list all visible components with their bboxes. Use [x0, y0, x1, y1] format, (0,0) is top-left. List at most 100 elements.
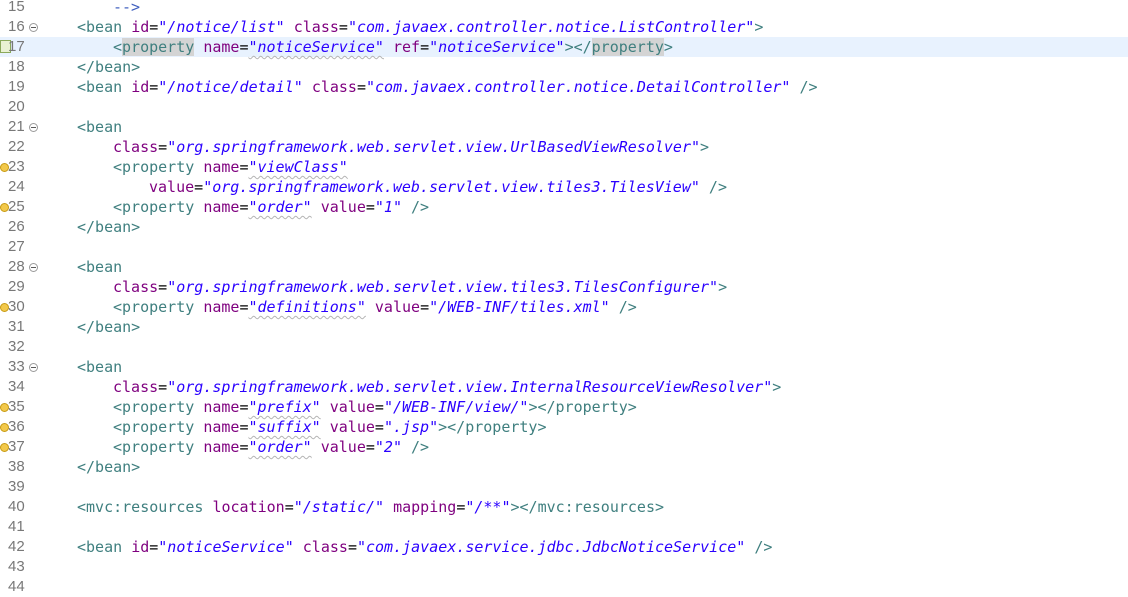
- code-line-43[interactable]: 43: [0, 557, 1128, 577]
- code-line-28[interactable]: 28 <bean: [0, 257, 1128, 277]
- token-tag: <bean: [77, 78, 123, 96]
- code-text[interactable]: <bean: [77, 357, 122, 377]
- code-text[interactable]: <bean: [77, 257, 122, 277]
- code-line-21[interactable]: 21 <bean: [0, 117, 1128, 137]
- code-text[interactable]: </bean>: [77, 457, 140, 477]
- code-line-19[interactable]: 19 <bean id="/notice/detail" class="com.j…: [0, 77, 1128, 97]
- code-text[interactable]: </bean>: [77, 217, 140, 237]
- token-val: "1": [374, 198, 402, 216]
- code-text[interactable]: <bean id="/notice/detail" class="com.jav…: [77, 77, 818, 97]
- token-plain: =: [158, 278, 168, 296]
- gutter: 36: [0, 417, 46, 437]
- code-line-33[interactable]: 33 <bean: [0, 357, 1128, 377]
- code-line-37[interactable]: 37 <property name="order" value="2" />: [0, 437, 1128, 457]
- gutter: 15: [0, 0, 46, 17]
- code-line-32[interactable]: 32: [0, 337, 1128, 357]
- code-line-15[interactable]: 15 -->: [0, 0, 1128, 17]
- token-val: "noticeService": [429, 38, 565, 56]
- code-text[interactable]: <bean id="noticeService" class="com.java…: [77, 537, 772, 557]
- code-line-26[interactable]: 26 </bean>: [0, 217, 1128, 237]
- token-val: "org.springframework.web.servlet.view.ti…: [203, 178, 700, 196]
- token-plain: =: [365, 438, 375, 456]
- fold-collapse-icon[interactable]: [29, 363, 38, 372]
- line-number: 28: [8, 258, 25, 275]
- token-attr: mapping: [393, 498, 457, 516]
- fold-collapse-icon[interactable]: [29, 263, 38, 272]
- code-line-23[interactable]: 23 <property name="viewClass": [0, 157, 1128, 177]
- gutter: 32: [0, 337, 46, 357]
- token-tag: property: [591, 38, 664, 56]
- line-number: 30: [8, 298, 25, 315]
- token-plain: =: [149, 18, 159, 36]
- code-text[interactable]: value="org.springframework.web.servlet.v…: [149, 177, 727, 197]
- token-attr: name: [203, 438, 240, 456]
- code-text[interactable]: -->: [113, 0, 140, 17]
- code-line-35[interactable]: 35 <property name="prefix" value="/WEB-IN…: [0, 397, 1128, 417]
- token-tag: />: [402, 438, 430, 456]
- code-line-38[interactable]: 38 </bean>: [0, 457, 1128, 477]
- gutter: 26: [0, 217, 46, 237]
- code-line-18[interactable]: 18 </bean>: [0, 57, 1128, 77]
- code-text[interactable]: class="org.springframework.web.servlet.v…: [113, 137, 709, 157]
- code-line-39[interactable]: 39: [0, 477, 1128, 497]
- token-val: "/WEB-INF/tiles.xml": [429, 298, 610, 316]
- code-editor[interactable]: 15 --> 16 <bean id="/notice/list" class="co…: [0, 0, 1128, 597]
- code-text[interactable]: <mvc:resources location="/static/" mappi…: [77, 497, 664, 517]
- token-attr: value: [329, 398, 375, 416]
- code-text[interactable]: <property name="order" value="1" />: [113, 197, 429, 217]
- token-plain: =: [420, 38, 430, 56]
- code-line-42[interactable]: 42 <bean id="noticeService" class="com.ja…: [0, 537, 1128, 557]
- line-number: 36: [8, 418, 25, 435]
- code-text[interactable]: <bean id="/notice/list" class="com.javae…: [77, 17, 763, 37]
- code-text[interactable]: </bean>: [77, 57, 140, 77]
- code-text[interactable]: class="org.springframework.web.servlet.v…: [113, 277, 727, 297]
- token-tag: ></property>: [528, 398, 637, 416]
- code-line-24[interactable]: 24 value="org.springframework.web.servlet…: [0, 177, 1128, 197]
- code-line-22[interactable]: 22 class="org.springframework.web.servlet…: [0, 137, 1128, 157]
- code-line-34[interactable]: 34 class="org.springframework.web.servlet…: [0, 377, 1128, 397]
- code-line-17[interactable]: 17 <property name="noticeService" ref="no…: [0, 37, 1128, 57]
- code-text[interactable]: <property name="definitions" value="/WEB…: [113, 297, 637, 317]
- line-number: 44: [8, 578, 25, 595]
- code-text[interactable]: <property name="order" value="2" />: [113, 437, 429, 457]
- line-number: 18: [8, 58, 25, 75]
- token-val: "org.springframework.web.servlet.view.Ur…: [167, 138, 701, 156]
- token-tag: >: [754, 18, 764, 36]
- fold-collapse-icon[interactable]: [29, 123, 38, 132]
- code-text[interactable]: <property name="viewClass": [113, 157, 348, 177]
- line-number: 31: [8, 318, 25, 335]
- line-number: 29: [8, 278, 25, 295]
- code-line-25[interactable]: 25 <property name="order" value="1" />: [0, 197, 1128, 217]
- token-plain: =: [356, 78, 366, 96]
- line-number: 43: [8, 558, 25, 575]
- code-line-44[interactable]: 44: [0, 577, 1128, 597]
- token-tag: />: [699, 178, 727, 196]
- code-text[interactable]: </bean>: [77, 317, 140, 337]
- code-line-29[interactable]: 29 class="org.springframework.web.servlet…: [0, 277, 1128, 297]
- code-line-41[interactable]: 41: [0, 517, 1128, 537]
- line-number: 42: [8, 538, 25, 555]
- fold-collapse-icon[interactable]: [29, 23, 38, 32]
- code-line-31[interactable]: 31 </bean>: [0, 317, 1128, 337]
- code-text[interactable]: <bean: [77, 117, 122, 137]
- code-line-20[interactable]: 20: [0, 97, 1128, 117]
- code-line-16[interactable]: 16 <bean id="/notice/list" class="com.jav…: [0, 17, 1128, 37]
- token-plain: =: [420, 298, 430, 316]
- token-val: "noticeService": [158, 538, 294, 556]
- code-line-40[interactable]: 40 <mvc:resources location="/static/" map…: [0, 497, 1128, 517]
- code-text[interactable]: <property name="prefix" value="/WEB-INF/…: [113, 397, 637, 417]
- code-line-30[interactable]: 30 <property name="definitions" value="/W…: [0, 297, 1128, 317]
- line-number: 20: [8, 98, 25, 115]
- code-text[interactable]: <property name="suffix" value=".jsp"></p…: [113, 417, 547, 437]
- code-line-36[interactable]: 36 <property name="suffix" value=".jsp"><…: [0, 417, 1128, 437]
- code-text[interactable]: class="org.springframework.web.servlet.v…: [113, 377, 781, 397]
- code-line-27[interactable]: 27: [0, 237, 1128, 257]
- code-text[interactable]: <property name="noticeService" ref="noti…: [113, 37, 673, 57]
- gutter: 24: [0, 177, 46, 197]
- token-tag: />: [609, 298, 637, 316]
